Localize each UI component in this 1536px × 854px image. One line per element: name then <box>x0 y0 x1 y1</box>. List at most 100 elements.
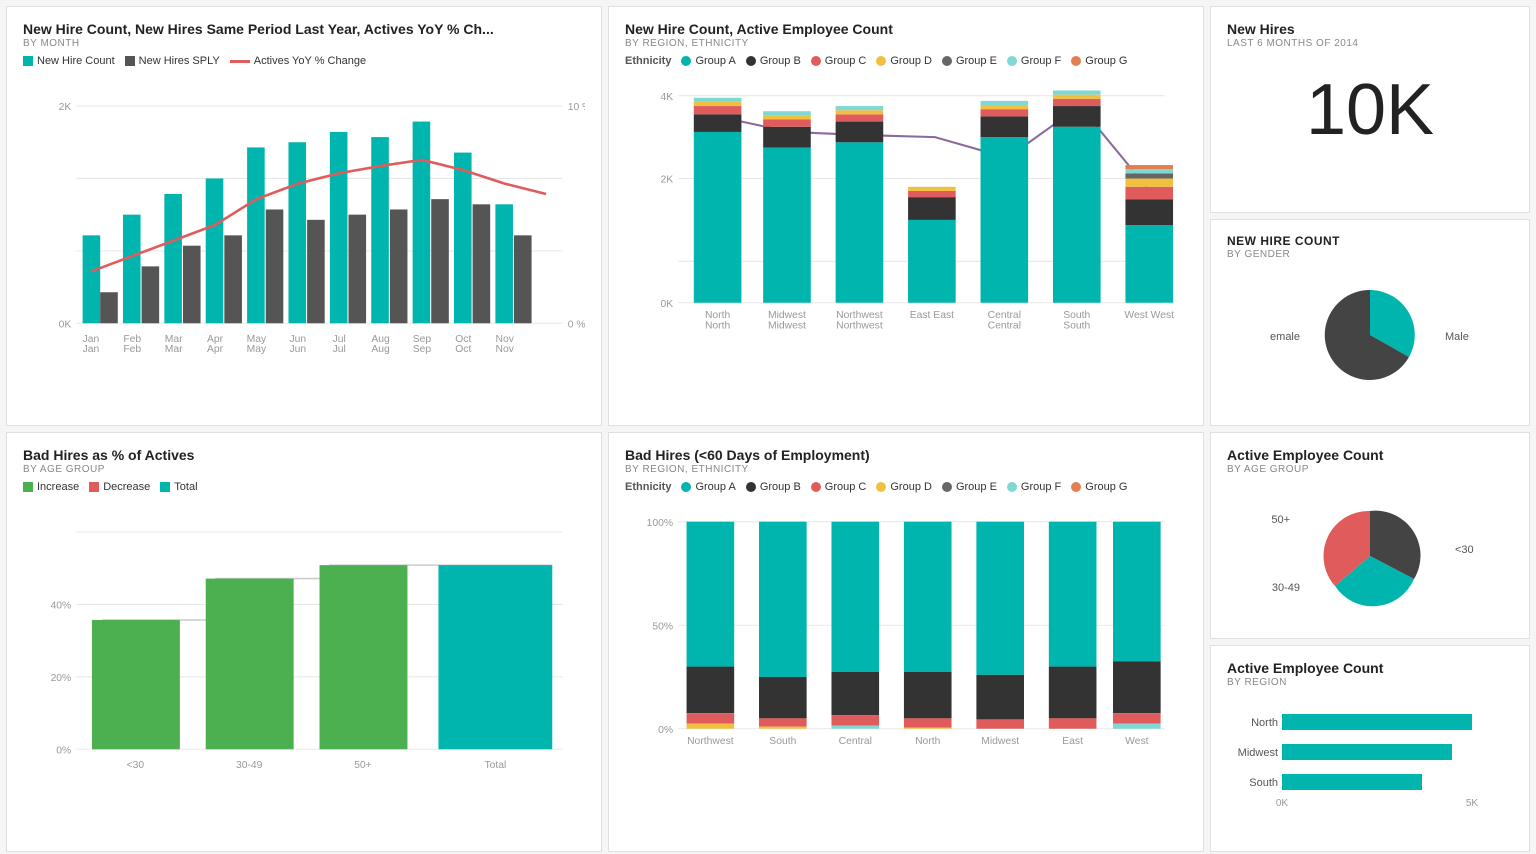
chart5-legend: Increase Decrease Total <box>23 481 585 493</box>
bar-midwest-b <box>763 127 811 148</box>
svg-text:Midwest: Midwest <box>768 321 806 332</box>
chart5-title: Bad Hires as % of Actives <box>23 447 585 463</box>
bar-west-c <box>1125 187 1173 199</box>
svg-text:Oct: Oct <box>455 334 471 345</box>
svg-text:100%: 100% <box>647 518 673 529</box>
bar-sply-aug <box>390 209 408 323</box>
chart6-subtitle: BY REGION, ETHNICITY <box>625 464 1187 475</box>
legend-total: Total <box>160 481 197 493</box>
chart7-pie-svg: 50+ <30 30-49 <box>1260 481 1480 621</box>
svg-text:Jul: Jul <box>333 334 346 345</box>
bar-new-hire-feb <box>123 215 141 324</box>
svg-text:West: West <box>1125 736 1149 747</box>
svg-text:May: May <box>247 344 267 355</box>
chart-bad-hires-age: Bad Hires as % of Actives BY AGE GROUP I… <box>6 432 602 852</box>
legend6-grpb: Group B <box>746 481 801 493</box>
bar-south-d <box>1053 95 1101 99</box>
legend-label-total: Total <box>174 481 197 493</box>
b6-mw-c <box>976 719 1024 728</box>
chart4-subtitle: BY GENDER <box>1227 249 1513 260</box>
card-new-hires-10k: New Hires LAST 6 MONTHS OF 2014 10K <box>1210 6 1530 213</box>
chart5-svg: 40% 20% 0% <30 30-49 50+ Total <box>23 501 585 801</box>
svg-text:Northwest: Northwest <box>836 321 883 332</box>
svg-text:Jun: Jun <box>289 344 306 355</box>
chart4-title: NEW HIRE COUNT <box>1227 234 1513 248</box>
b6-e-a <box>1049 522 1097 667</box>
chart-bad-hires-region: Bad Hires (<60 Days of Employment) BY RE… <box>608 432 1204 852</box>
svg-text:Sep: Sep <box>413 334 432 345</box>
bar-new-hire-jan <box>83 235 101 323</box>
chart6-title: Bad Hires (<60 Days of Employment) <box>625 447 1187 463</box>
label-50plus: 50+ <box>1271 514 1290 526</box>
bar-sply-apr <box>224 235 242 323</box>
bar-south-a <box>1053 127 1101 303</box>
label-lt30: <30 <box>1455 544 1474 556</box>
svg-text:50%: 50% <box>652 621 673 632</box>
bar-midwest-a <box>763 147 811 302</box>
female-label: Female <box>1270 331 1300 343</box>
svg-text:Central: Central <box>988 321 1021 332</box>
legend6-grpc: Group C <box>811 481 867 493</box>
bar-new-hire-may <box>247 147 265 323</box>
bar-midwest-c <box>763 120 811 127</box>
b6-w-a <box>1113 522 1161 662</box>
svg-text:Oct: Oct <box>455 344 471 355</box>
svg-text:May: May <box>247 334 267 345</box>
b6-s-c <box>759 718 807 726</box>
svg-text:Aug: Aug <box>371 334 390 345</box>
bar-central-b <box>981 116 1029 137</box>
legend-grpg: Group G <box>1071 55 1127 67</box>
b6-w-c <box>1113 713 1161 723</box>
bar-east-b <box>908 197 956 220</box>
bar-north-a <box>694 132 742 303</box>
svg-text:0%: 0% <box>658 725 673 736</box>
svg-text:North: North <box>915 736 941 747</box>
chart2-subtitle: BY REGION, ETHNICITY <box>625 38 1187 49</box>
bar-sply-oct <box>473 204 491 323</box>
chart7-title: Active Employee Count <box>1227 447 1513 463</box>
b6-e-c <box>1049 718 1097 728</box>
new-hires-big-number: 10K <box>1227 69 1513 151</box>
svg-text:Sep: Sep <box>413 344 432 355</box>
bar-sply-feb <box>142 266 160 323</box>
svg-text:Jan: Jan <box>83 334 100 345</box>
svg-text:Apr: Apr <box>207 334 224 345</box>
x-label-5k: 5K <box>1466 798 1479 809</box>
chart1-svg: 2K 0K 10 % 0 % <box>23 75 585 375</box>
svg-text:2K: 2K <box>59 102 72 113</box>
legend-grpa: Group A <box>681 55 735 67</box>
bar-south-b <box>1053 106 1101 127</box>
chart3-subtitle: LAST 6 MONTHS OF 2014 <box>1227 38 1513 49</box>
legend6-ethnicity-label: Ethnicity <box>625 481 671 493</box>
b6-mw-b <box>976 675 1024 720</box>
legend-item-sply: New Hires SPLY <box>125 55 220 67</box>
chart5-subtitle: BY AGE GROUP <box>23 464 585 475</box>
svg-text:Apr: Apr <box>207 344 224 355</box>
card-active-region: Active Employee Count BY REGION North Mi… <box>1210 645 1530 852</box>
b6-nw-c <box>687 713 735 723</box>
chart6-svg: 100% 50% 0% Northwest South Central <box>625 501 1187 796</box>
legend-label-new-hire: New Hire Count <box>37 55 115 67</box>
chart1-legend: New Hire Count New Hires SPLY Actives Yo… <box>23 55 585 67</box>
svg-text:10 %: 10 % <box>568 102 585 113</box>
bar-new-hire-jul <box>330 132 348 323</box>
bar-west-e <box>1125 173 1173 178</box>
b6-nw-b <box>687 667 735 714</box>
card-new-hire-gender: NEW HIRE COUNT BY GENDER Female Male <box>1210 219 1530 426</box>
male-label: Male <box>1445 331 1469 343</box>
chart2-legend: Ethnicity Group A Group B Group C Group … <box>625 55 1187 67</box>
chart3-title: New Hires <box>1227 21 1513 37</box>
chart2-title: New Hire Count, Active Employee Count <box>625 21 1187 37</box>
svg-text:East East: East East <box>910 310 954 321</box>
legend-grpf: Group F <box>1007 55 1061 67</box>
legend6-grpe: Group E <box>942 481 997 493</box>
svg-text:Feb: Feb <box>123 344 141 355</box>
bar-north-e <box>694 98 742 102</box>
bar-south-e <box>1053 91 1101 95</box>
chart-new-hire-count-month: New Hire Count, New Hires Same Period La… <box>6 6 602 426</box>
b6-s-d <box>759 727 807 729</box>
legend6-grpa: Group A <box>681 481 735 493</box>
svg-text:30-49: 30-49 <box>236 760 263 771</box>
svg-text:Nov: Nov <box>496 344 515 355</box>
b6-e-b <box>1049 667 1097 719</box>
